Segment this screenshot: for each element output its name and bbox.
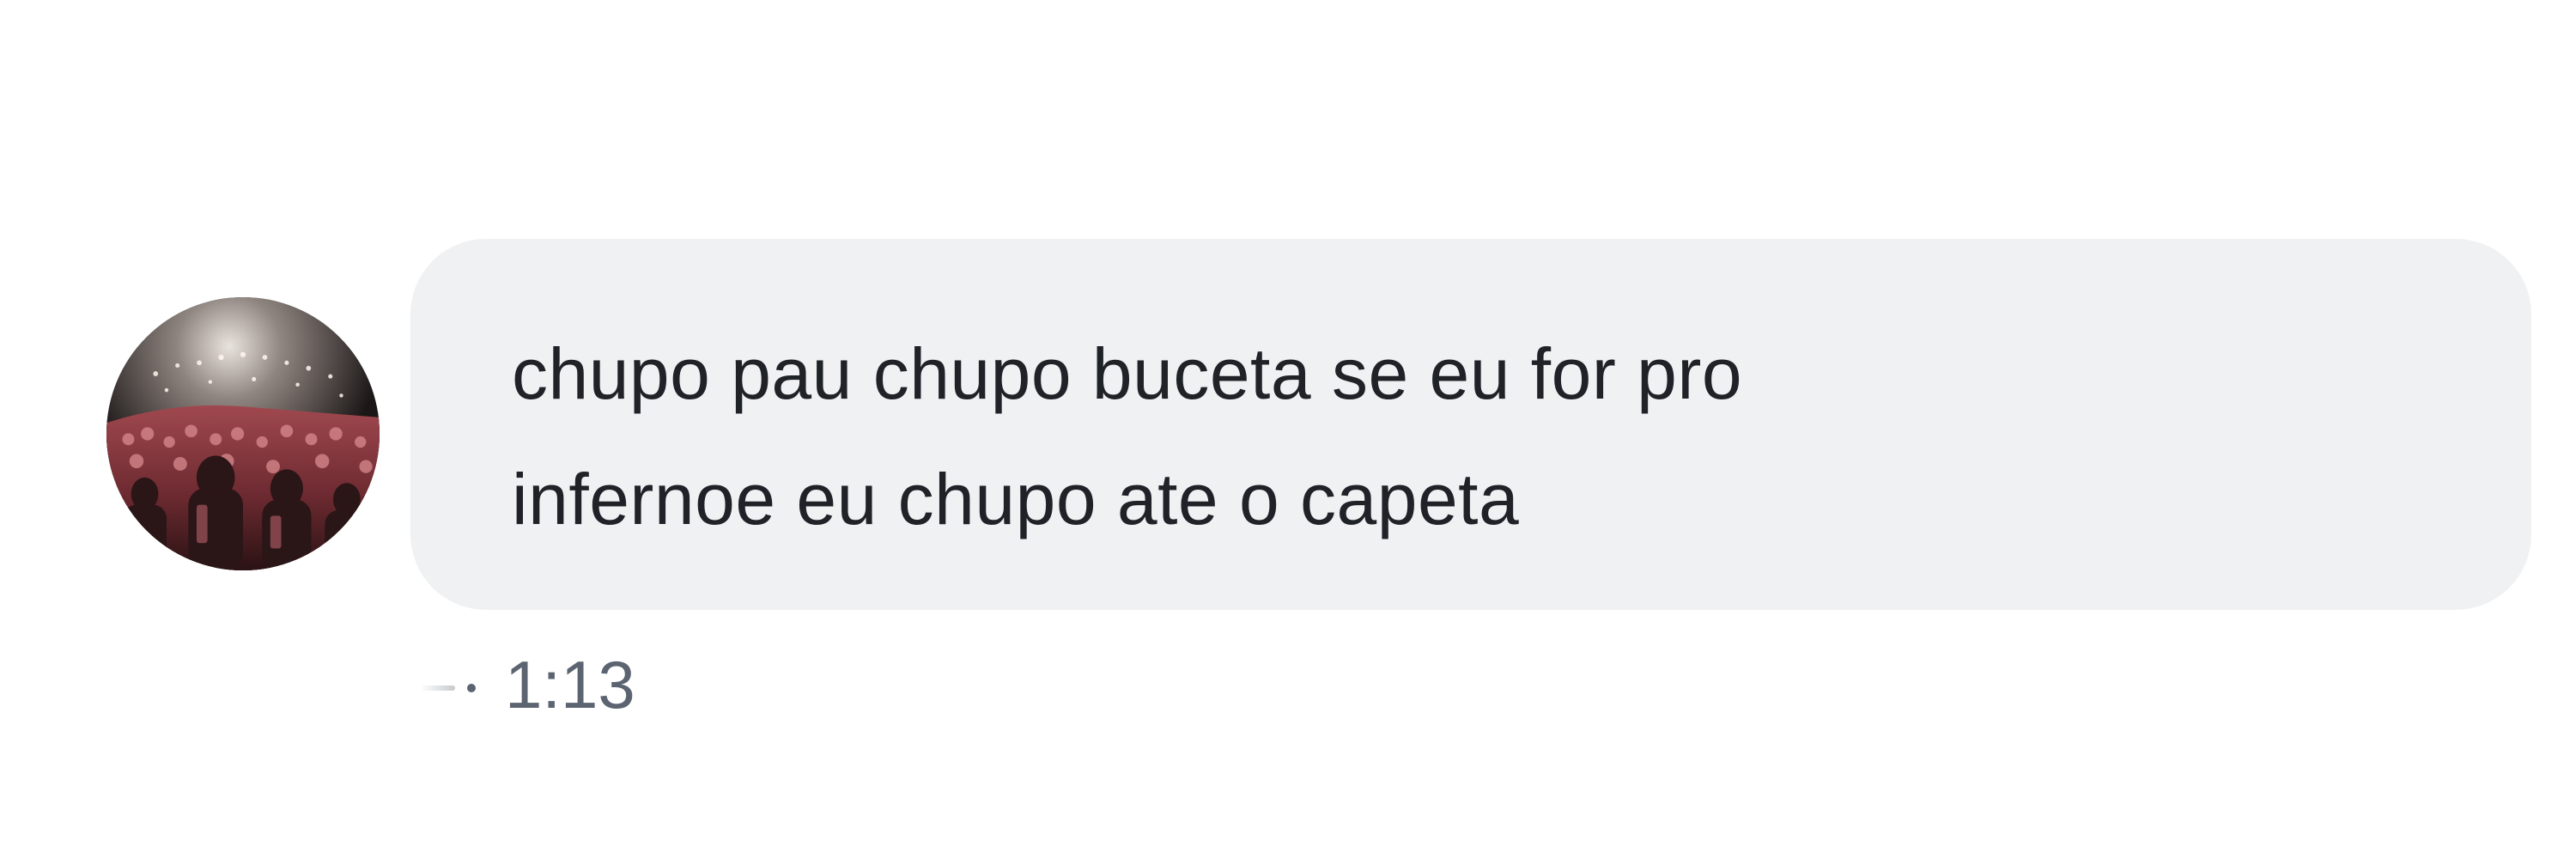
separator-dot-icon <box>467 684 476 692</box>
chat-view: chupo pau chupo buceta se eu for pro inf… <box>0 0 2576 859</box>
message-meta: 1:13 <box>421 637 635 732</box>
avatar[interactable] <box>106 297 380 570</box>
message-timestamp: 1:13 <box>505 646 635 722</box>
message-line: chupo pau chupo buceta se eu for pro <box>512 333 1743 414</box>
concert-crowd-image <box>106 297 380 570</box>
message-line: infernoe eu chupo ate o capeta <box>512 459 1520 539</box>
faded-sender-indicator <box>421 685 455 691</box>
message-bubble[interactable]: chupo pau chupo buceta se eu for pro inf… <box>410 239 2531 610</box>
